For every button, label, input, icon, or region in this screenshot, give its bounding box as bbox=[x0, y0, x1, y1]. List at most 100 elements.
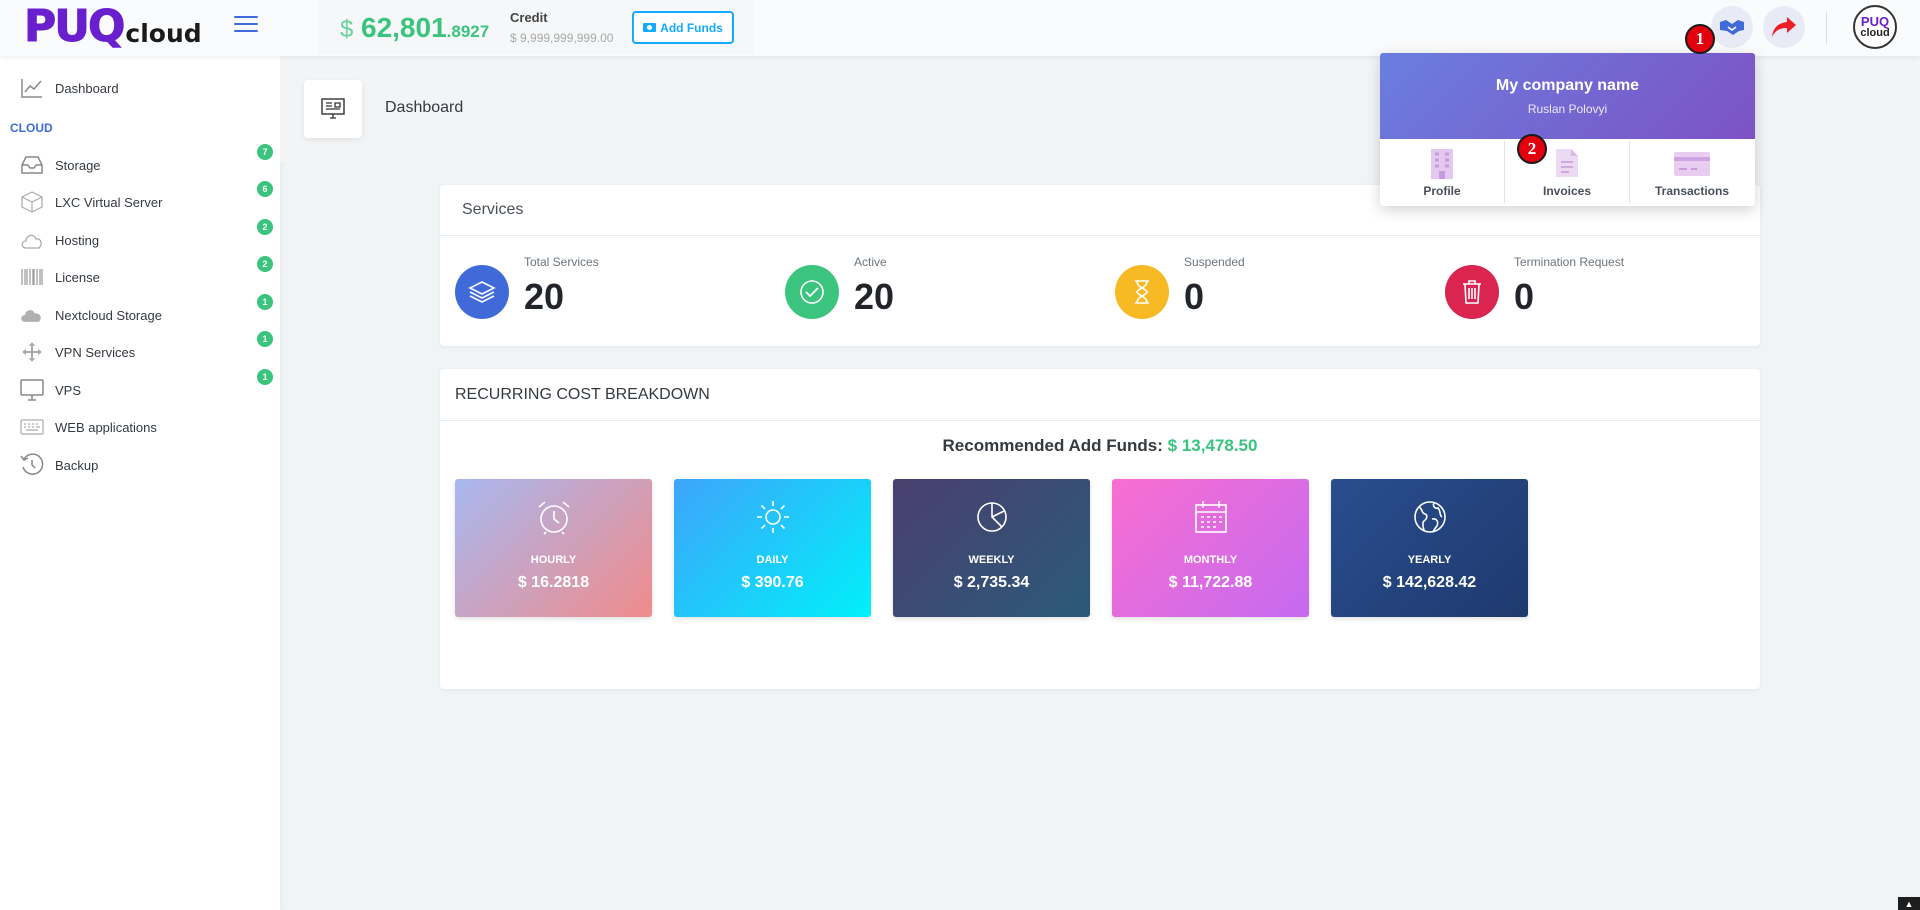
sidebar-item-storage[interactable]: Storage bbox=[0, 149, 280, 181]
balance-currency: $ bbox=[340, 16, 354, 43]
company-name: My company name bbox=[1495, 77, 1640, 94]
sidebar-item-hosting[interactable]: Hosting bbox=[0, 224, 280, 256]
count-badge: 7 bbox=[257, 144, 273, 160]
sidebar-item-lxc-virtual-server[interactable]: LXC Virtual Server bbox=[0, 186, 280, 218]
sidebar-item-label: Dashboard bbox=[55, 80, 119, 96]
sidebar-item-vps[interactable]: VPS bbox=[0, 374, 280, 406]
logo-sub: cloud bbox=[125, 19, 202, 48]
balance-integer: 62,801 bbox=[361, 12, 447, 43]
credit-value: $ 9,999,999,999.00 bbox=[510, 31, 614, 45]
dropdown-item-label: Profile bbox=[1423, 184, 1461, 198]
dropdown-item-label: Transactions bbox=[1654, 184, 1730, 198]
logo-main: PUQ bbox=[23, 1, 125, 52]
top-header: PUQ cloud $ 62,801.8927 Credit $ 9,999,9… bbox=[0, 0, 1920, 56]
cube-icon bbox=[20, 190, 44, 214]
calendar-icon bbox=[1112, 499, 1309, 535]
sun-icon bbox=[674, 499, 871, 535]
tile-value: $ 16.2818 bbox=[517, 574, 590, 591]
hourglass-icon bbox=[1115, 265, 1169, 319]
add-funds-label: Add Funds bbox=[660, 20, 723, 35]
step-badge-2: 2 bbox=[1517, 134, 1547, 164]
tile-value: $ 11,722.88 bbox=[1168, 574, 1253, 591]
count-badge: 1 bbox=[257, 331, 273, 347]
count-badge: 2 bbox=[257, 219, 273, 235]
sidebar: Dashboard CLOUD Storage LXC Virtual Serv… bbox=[0, 56, 280, 910]
stat-label: Active bbox=[854, 255, 887, 269]
cost-tile-yearly: YEARLY $ 142,628.42 bbox=[1331, 479, 1528, 617]
sidebar-item-vpn-services[interactable]: VPN Services bbox=[0, 336, 280, 368]
cost-tile-daily: DAILY $ 390.76 bbox=[674, 479, 871, 617]
avatar[interactable]: PUQ cloud bbox=[1853, 5, 1897, 49]
stat-label: Total Services bbox=[524, 255, 599, 269]
cost-tile-hourly: HOURLY $ 16.2818 bbox=[455, 479, 652, 617]
check-circle-icon bbox=[785, 265, 839, 319]
user-name: Ruslan Polovyi bbox=[1527, 102, 1608, 116]
balance-decimals: .8927 bbox=[446, 22, 490, 41]
avatar-text-top: PUQ bbox=[1860, 13, 1890, 29]
avatar-text-bottom: cloud bbox=[1860, 26, 1890, 39]
credit-label: Credit bbox=[510, 10, 548, 25]
line-chart-icon bbox=[20, 76, 44, 100]
tile-label: YEARLY bbox=[1407, 554, 1452, 566]
balance-amount: 62,801.8927 bbox=[361, 12, 489, 44]
dropdown-header: My company name Ruslan Polovyi bbox=[1380, 53, 1755, 139]
tile-value: $ 142,628.42 bbox=[1382, 574, 1477, 591]
alarm-clock-icon bbox=[455, 499, 652, 535]
card-icon bbox=[1630, 147, 1754, 179]
handshake-button[interactable] bbox=[1711, 6, 1753, 48]
sidebar-item-dashboard[interactable]: Dashboard bbox=[0, 72, 280, 104]
dropdown-item-transactions[interactable]: Transactions bbox=[1630, 139, 1754, 206]
stat-value: 0 bbox=[1184, 276, 1205, 317]
step-badge-1: 1 bbox=[1685, 24, 1715, 54]
sidebar-item-label: Storage bbox=[55, 157, 101, 173]
stat-label: Suspended bbox=[1184, 255, 1245, 269]
sidebar-item-backup[interactable]: Backup bbox=[0, 449, 280, 481]
tile-value: $ 390.76 bbox=[741, 574, 804, 591]
sidebar-item-label: VPS bbox=[55, 382, 82, 398]
add-funds-button[interactable]: Add Funds bbox=[632, 11, 734, 44]
handshake-icon bbox=[1720, 20, 1744, 35]
count-badge: 2 bbox=[257, 256, 273, 272]
tile-label: WEEKLY bbox=[968, 554, 1015, 566]
recommended-value: $ 13,478.50 bbox=[1167, 436, 1258, 455]
stat-value: 20 bbox=[524, 276, 565, 317]
menu-toggle-icon[interactable] bbox=[234, 16, 258, 34]
cost-tile-weekly: WEEKLY $ 2,735.34 bbox=[893, 479, 1090, 617]
recommended-add-funds: Recommended Add Funds: $ 13,478.50 bbox=[440, 436, 1760, 456]
services-title: Services bbox=[462, 201, 524, 218]
recurring-cost-title: RECURRING COST BREAKDOWN bbox=[455, 385, 710, 403]
sidebar-item-label: License bbox=[55, 269, 100, 285]
keyboard-icon bbox=[20, 415, 44, 439]
tile-label: DAILY bbox=[756, 554, 789, 566]
storage-icon bbox=[20, 153, 44, 177]
scroll-indicator-icon[interactable]: ▲ bbox=[1898, 897, 1920, 910]
sidebar-item-label: Backup bbox=[55, 457, 99, 473]
logout-button[interactable] bbox=[1763, 6, 1805, 48]
share-arrow-icon bbox=[1772, 17, 1796, 37]
layers-icon bbox=[455, 265, 509, 319]
sidebar-heading: CLOUD bbox=[10, 121, 53, 135]
building-icon bbox=[1380, 147, 1504, 179]
sidebar-item-license[interactable]: License bbox=[0, 261, 280, 293]
recommended-label: Recommended Add Funds: bbox=[942, 436, 1163, 455]
cost-tile-monthly: MONTHLY $ 11,722.88 bbox=[1112, 479, 1309, 617]
dropdown-item-label: Invoices bbox=[1542, 184, 1592, 198]
logo[interactable]: PUQ cloud bbox=[23, 1, 202, 52]
page-title: Dashboard bbox=[385, 99, 464, 116]
recurring-cost-header: RECURRING COST BREAKDOWN bbox=[440, 369, 1760, 421]
sidebar-item-nextcloud-storage[interactable]: Nextcloud Storage bbox=[0, 299, 280, 331]
money-icon bbox=[643, 23, 657, 32]
barcode-icon bbox=[20, 265, 44, 289]
sidebar-item-web-applications[interactable]: WEB applications bbox=[0, 411, 280, 443]
sidebar-item-label: WEB applications bbox=[55, 419, 157, 435]
arrows-icon bbox=[20, 340, 44, 364]
tile-label: HOURLY bbox=[530, 554, 577, 566]
count-badge: 1 bbox=[257, 294, 273, 310]
count-badge: 1 bbox=[257, 369, 273, 385]
history-icon bbox=[20, 453, 44, 477]
dropdown-item-profile[interactable]: Profile bbox=[1380, 139, 1504, 206]
sidebar-item-label: Hosting bbox=[55, 232, 100, 248]
stat-label: Termination Request bbox=[1514, 255, 1625, 269]
sidebar-item-label: LXC Virtual Server bbox=[55, 194, 163, 210]
globe-icon bbox=[1331, 499, 1528, 535]
